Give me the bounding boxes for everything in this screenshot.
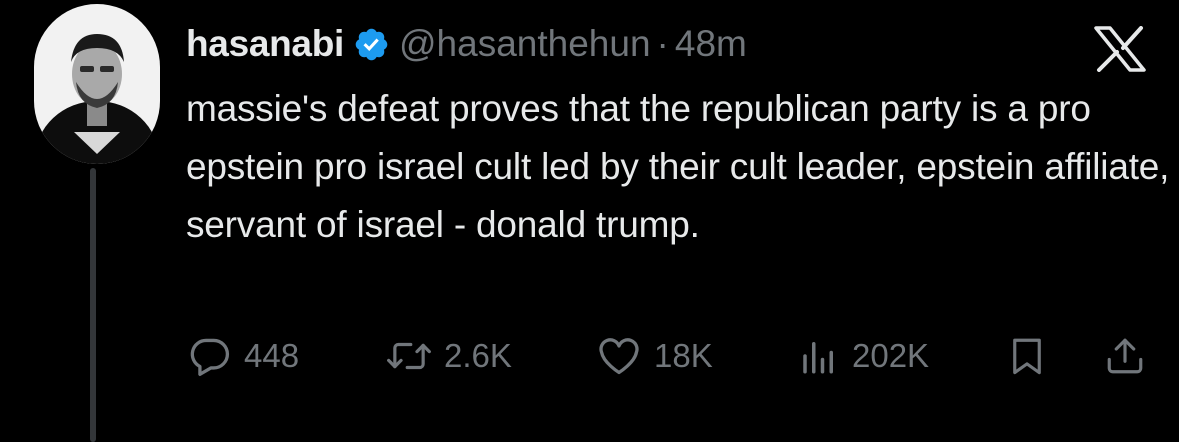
retweet-count: 2.6K xyxy=(444,337,512,374)
tweet-header: hasanabi @hasanthehun · 48m xyxy=(186,16,747,72)
display-name[interactable]: hasanabi xyxy=(186,23,344,65)
retweet-button[interactable]: 2.6K xyxy=(386,326,512,386)
views-button[interactable]: 202K xyxy=(798,326,929,386)
bookmark-button[interactable] xyxy=(1006,326,1048,386)
like-button[interactable]: 18K xyxy=(596,326,713,386)
verified-badge-icon xyxy=(353,26,390,63)
avatar-image xyxy=(34,4,160,164)
avatar[interactable] xyxy=(34,4,160,164)
reply-icon xyxy=(188,334,232,378)
views-count: 202K xyxy=(852,337,930,374)
timestamp[interactable]: 48m xyxy=(675,23,747,65)
tweet-text: massie's defeat proves that the republic… xyxy=(186,88,1170,245)
reply-count: 448 xyxy=(244,337,300,374)
share-button[interactable] xyxy=(1104,326,1146,386)
like-count: 18K xyxy=(654,337,713,374)
heart-icon xyxy=(596,334,642,378)
retweet-icon xyxy=(386,334,432,378)
separator: · xyxy=(656,23,669,64)
x-logo-icon xyxy=(1094,26,1146,72)
views-icon xyxy=(798,334,840,378)
reply-button[interactable]: 448 xyxy=(188,326,299,386)
action-bar: 448 2.6K 18K 202K xyxy=(186,326,1150,386)
share-icon xyxy=(1104,334,1146,378)
handle[interactable]: @hasanthehun xyxy=(399,23,651,65)
bookmark-icon xyxy=(1006,334,1048,378)
thread-line xyxy=(90,168,96,442)
